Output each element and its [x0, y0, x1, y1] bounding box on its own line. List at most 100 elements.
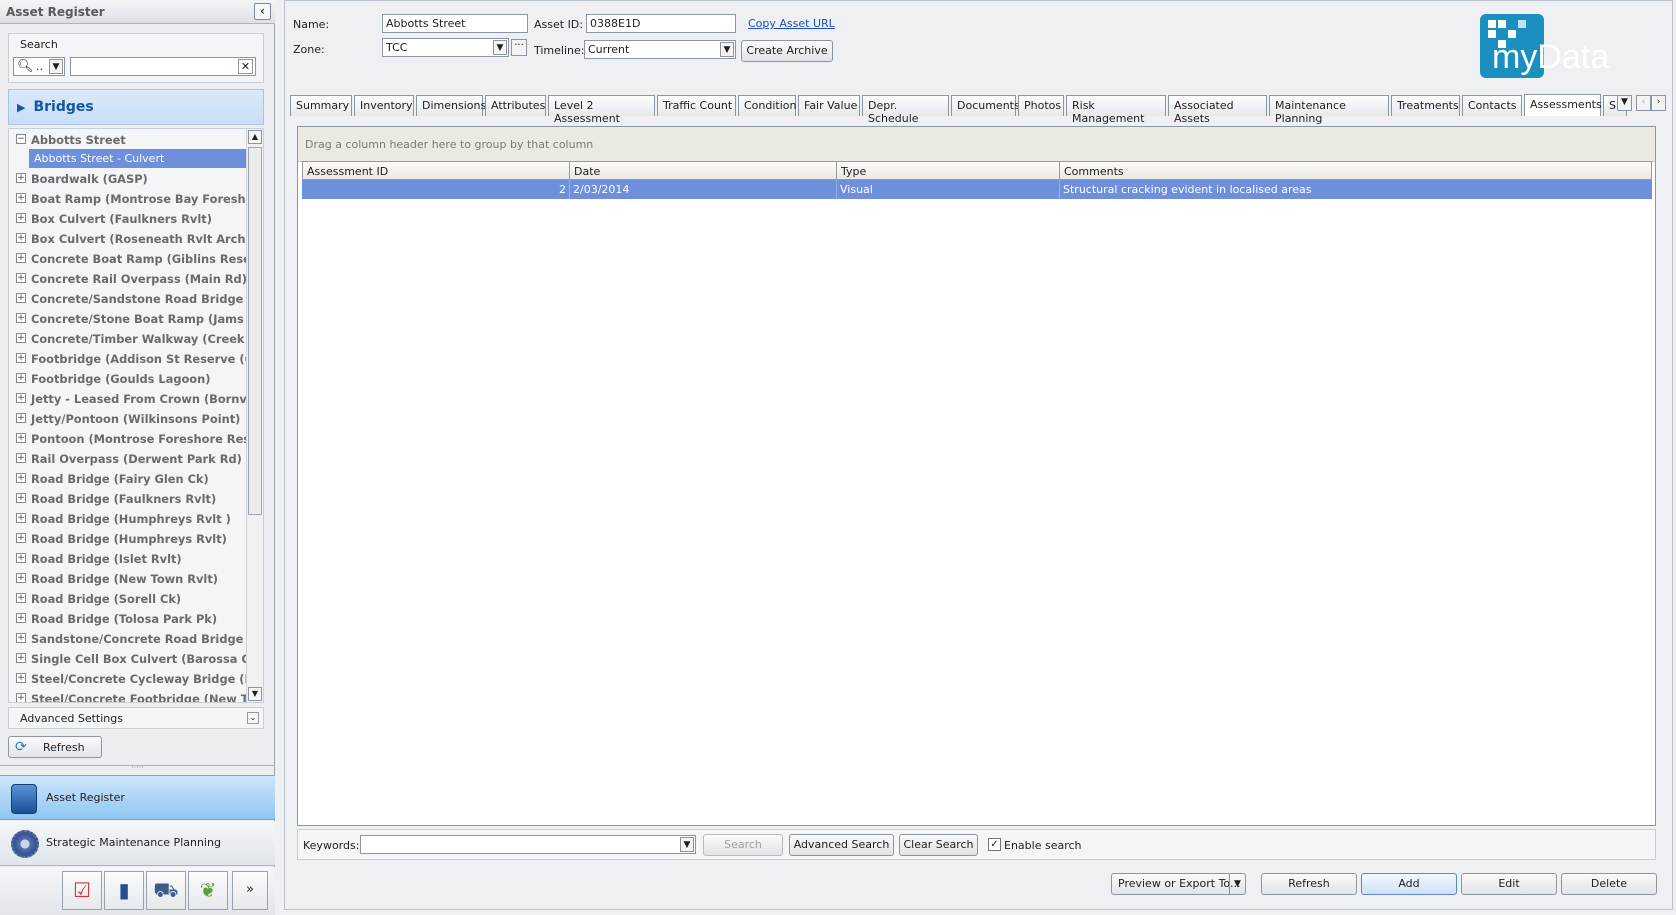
- chevron-down-icon[interactable]: ▼: [49, 59, 63, 74]
- copy-asset-url-link[interactable]: Copy Asset URL: [748, 17, 835, 30]
- column-header-comments[interactable]: Comments: [1059, 161, 1652, 180]
- expand-node-icon[interactable]: +: [16, 593, 26, 603]
- expand-node-icon[interactable]: +: [16, 633, 26, 643]
- tree-node[interactable]: + Road Bridge (New Town Rvlt): [9, 568, 247, 588]
- group-by-area[interactable]: Drag a column header here to group by th…: [298, 127, 1655, 162]
- scroll-down-icon[interactable]: ▼: [248, 687, 262, 701]
- tree-node[interactable]: + Road Bridge (Sorell Ck): [9, 588, 247, 608]
- zone-ellipsis-button[interactable]: ···: [511, 39, 527, 56]
- keyword-search-button[interactable]: Search: [703, 834, 783, 856]
- column-header-assessment-id[interactable]: Assessment ID: [302, 161, 570, 180]
- preview-export-button[interactable]: Preview or Export To... ▼: [1111, 873, 1246, 895]
- keywords-input[interactable]: ▼: [360, 835, 696, 854]
- refresh-button[interactable]: Refresh: [1261, 873, 1357, 895]
- scroll-thumb[interactable]: [248, 147, 262, 515]
- tree-node[interactable]: + Boardwalk (GASP): [9, 168, 247, 188]
- expand-node-icon[interactable]: +: [16, 413, 26, 423]
- expand-node-icon[interactable]: +: [16, 473, 26, 483]
- expand-node-icon[interactable]: +: [16, 653, 26, 663]
- add-button[interactable]: Add: [1361, 873, 1457, 895]
- tree-node[interactable]: + Box Culvert (Faulkners Rvlt): [9, 208, 247, 228]
- expand-node-icon[interactable]: +: [16, 293, 26, 303]
- chevron-down-icon[interactable]: ▼: [1229, 874, 1245, 894]
- tree-node[interactable]: + Road Bridge (Fairy Glen Ck): [9, 468, 247, 488]
- tab-assessments[interactable]: Assessments: [1524, 94, 1602, 116]
- expand-node-icon[interactable]: +: [16, 193, 26, 203]
- expand-node-icon[interactable]: +: [16, 533, 26, 543]
- tab-level-2-assessment[interactable]: Level 2 Assessment: [548, 95, 655, 125]
- tree-node[interactable]: + Concrete Boat Ramp (Giblins Reserv...: [9, 248, 247, 268]
- tree-node[interactable]: + Boat Ramp (Montrose Bay Foreshor...: [9, 188, 247, 208]
- tab-fair-value[interactable]: Fair Value: [798, 95, 860, 116]
- tree-node[interactable]: + Footbridge (Goulds Lagoon): [9, 368, 247, 388]
- tree-node[interactable]: + Concrete Rail Overpass (Main Rd): [9, 268, 247, 288]
- nav-strategic-maintenance-planning[interactable]: Strategic Maintenance Planning: [0, 821, 275, 866]
- expand-node-icon[interactable]: +: [16, 253, 26, 263]
- expand-node-icon[interactable]: +: [16, 453, 26, 463]
- expand-node-icon[interactable]: +: [16, 353, 26, 363]
- tree-node[interactable]: + Pontoon (Montrose Foreshore Reser...: [9, 428, 247, 448]
- clear-search-button[interactable]: Clear Search: [899, 834, 978, 856]
- expand-node-icon[interactable]: +: [16, 313, 26, 323]
- tree-refresh-button[interactable]: ⟳ Refresh: [8, 736, 102, 758]
- checklist-icon[interactable]: ☑: [62, 871, 102, 910]
- tree-node[interactable]: + Single Cell Box Culvert (Barossa Ck): [9, 648, 247, 668]
- zone-select[interactable]: TCC ▼: [382, 38, 509, 57]
- expand-node-icon[interactable]: +: [16, 333, 26, 343]
- collapse-panel-button[interactable]: ‹: [254, 3, 271, 20]
- more-chevron-icon[interactable]: »: [232, 871, 268, 910]
- tabs-scroll-right-icon[interactable]: ›: [1651, 95, 1666, 111]
- clear-search-icon[interactable]: ✕: [238, 59, 253, 74]
- tab-contacts[interactable]: Contacts: [1462, 95, 1522, 116]
- tab-maintenance-planning[interactable]: Maintenance Planning: [1269, 95, 1389, 125]
- expand-node-icon[interactable]: +: [16, 573, 26, 583]
- tab-risk-management[interactable]: Risk Management: [1066, 95, 1166, 125]
- tree-node[interactable]: + Rail Overpass (Derwent Park Rd): [9, 448, 247, 468]
- tabs-scroll-left-icon[interactable]: ‹: [1636, 95, 1651, 111]
- tree-node[interactable]: + Jetty - Leased From Crown (Bornvill...: [9, 388, 247, 408]
- name-field[interactable]: Abbotts Street: [382, 14, 528, 33]
- expand-node-icon[interactable]: +: [16, 233, 26, 243]
- tab-dimensions[interactable]: Dimensions: [416, 95, 486, 116]
- tree-node[interactable]: + Jetty/Pontoon (Wilkinsons Point): [9, 408, 247, 428]
- chevron-down-icon[interactable]: ▼: [493, 40, 507, 55]
- tree-node[interactable]: + Concrete/Sandstone Road Bridge (H...: [9, 288, 247, 308]
- tab-summary[interactable]: Summary: [290, 95, 352, 116]
- tree-scrollbar[interactable]: ▲ ▼: [246, 129, 263, 702]
- panel-splitter[interactable]: ·····: [0, 764, 275, 773]
- expand-node-icon[interactable]: +: [16, 213, 26, 223]
- tab-documents[interactable]: Documents: [951, 95, 1020, 116]
- tab-condition[interactable]: Condition: [738, 95, 797, 116]
- tree-node[interactable]: + Concrete/Stone Boat Ramp (Jams A...: [9, 308, 247, 328]
- tree-node[interactable]: + Sandstone/Concrete Road Bridge (F...: [9, 628, 247, 648]
- expand-node-icon[interactable]: +: [16, 673, 26, 683]
- tree-node-abbotts-street[interactable]: − Abbotts Street: [9, 129, 247, 149]
- book-icon[interactable]: ▮: [104, 871, 144, 910]
- tab-photos[interactable]: Photos: [1018, 95, 1064, 116]
- advanced-settings-toggle[interactable]: Advanced Settings ⌄: [8, 707, 264, 729]
- column-header-date[interactable]: Date: [569, 161, 837, 180]
- tab-attributes[interactable]: Attributes: [485, 95, 546, 116]
- tabs-dropdown-icon[interactable]: ▼: [1617, 95, 1632, 111]
- expand-node-icon[interactable]: +: [16, 613, 26, 623]
- chevron-down-icon[interactable]: ▼: [720, 42, 734, 57]
- tree-node[interactable]: + Box Culvert (Roseneath Rvlt Arched...: [9, 228, 247, 248]
- advanced-search-button[interactable]: Advanced Search: [789, 834, 894, 856]
- delete-button[interactable]: Delete: [1561, 873, 1657, 895]
- tree-node[interactable]: + Road Bridge (Humphreys Rvlt): [9, 528, 247, 548]
- timeline-select[interactable]: Current ▼: [584, 40, 736, 59]
- tree-node-selected-child[interactable]: Abbotts Street - Culvert: [29, 149, 247, 168]
- create-archive-button[interactable]: Create Archive: [741, 40, 833, 62]
- expand-node-icon[interactable]: +: [16, 273, 26, 283]
- edit-button[interactable]: Edit: [1461, 873, 1557, 895]
- search-scope-dropdown[interactable]: 🔍︎ .. ▼: [13, 57, 65, 76]
- tree-node[interactable]: + Road Bridge (Tolosa Park Pk): [9, 608, 247, 628]
- tree-node[interactable]: + Steel/Concrete Footbridge (New To...: [9, 688, 247, 702]
- enable-search-checkbox[interactable]: ✓: [988, 838, 1001, 851]
- chevron-down-icon[interactable]: ▼: [680, 837, 694, 852]
- tree-node[interactable]: + Concrete/Timber Walkway (Creek R...: [9, 328, 247, 348]
- column-header-type[interactable]: Type: [836, 161, 1060, 180]
- tab-treatments[interactable]: Treatments: [1391, 95, 1460, 116]
- tab-associated-assets[interactable]: Associated Assets: [1168, 95, 1267, 125]
- scroll-up-icon[interactable]: ▲: [248, 130, 262, 144]
